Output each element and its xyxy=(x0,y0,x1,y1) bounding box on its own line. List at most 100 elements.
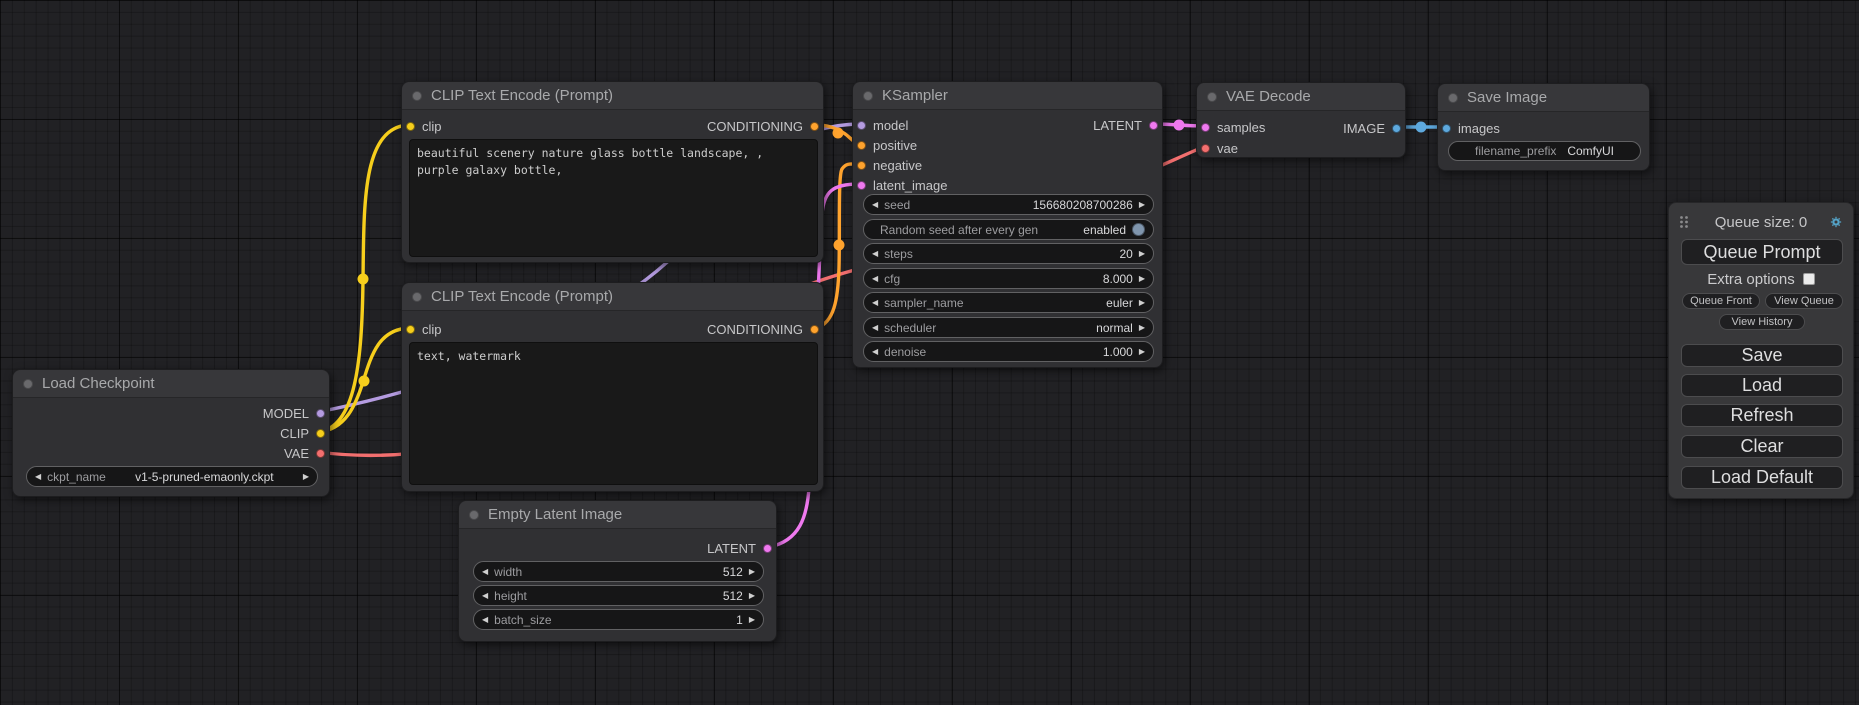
save-button[interactable]: Save xyxy=(1681,344,1843,367)
view-history-button[interactable]: View History xyxy=(1719,314,1805,330)
output-slot-image[interactable]: IMAGE xyxy=(1343,119,1401,137)
output-slot-conditioning[interactable]: CONDITIONING xyxy=(707,117,819,135)
node-header[interactable]: VAE Decode xyxy=(1197,83,1405,111)
queue-prompt-button[interactable]: Queue Prompt xyxy=(1681,239,1843,265)
scheduler-combo[interactable]: ◀ scheduler normal ▶ xyxy=(863,317,1154,338)
increment-icon[interactable]: ▶ xyxy=(749,592,755,600)
link-dot[interactable] xyxy=(833,128,844,139)
drag-handle-icon[interactable] xyxy=(1679,213,1689,231)
input-slot-negative[interactable]: negative xyxy=(857,156,922,174)
slot-dot-vae[interactable] xyxy=(1201,144,1210,153)
decrement-icon[interactable]: ◀ xyxy=(872,275,878,283)
settings-gear-icon[interactable] xyxy=(1828,213,1844,231)
output-slot-latent[interactable]: LATENT xyxy=(707,539,772,557)
seed-widget[interactable]: ◀ seed 156680208700286 ▶ xyxy=(863,194,1154,215)
decrement-icon[interactable]: ◀ xyxy=(872,324,878,332)
slot-dot-latent[interactable] xyxy=(857,181,866,190)
increment-icon[interactable]: ▶ xyxy=(1139,275,1145,283)
collapse-dot-icon[interactable] xyxy=(23,379,33,389)
batch-size-widget[interactable]: ◀ batch_size 1 ▶ xyxy=(473,609,764,630)
decrement-icon[interactable]: ◀ xyxy=(482,592,488,600)
slot-dot-conditioning[interactable] xyxy=(810,325,819,334)
link-dot[interactable] xyxy=(359,376,370,387)
increment-icon[interactable]: ▶ xyxy=(749,568,755,576)
decrement-icon[interactable]: ◀ xyxy=(482,568,488,576)
decrement-icon[interactable]: ◀ xyxy=(482,616,488,624)
slot-dot-model[interactable] xyxy=(316,409,325,418)
ckpt-name-combo[interactable]: ◀ ckpt_name v1-5-pruned-emaonly.ckpt ▶ xyxy=(26,466,318,487)
view-queue-button[interactable]: View Queue xyxy=(1765,293,1843,309)
node-header[interactable]: CLIP Text Encode (Prompt) xyxy=(402,283,823,311)
slot-dot-conditioning[interactable] xyxy=(857,141,866,150)
slot-dot-clip[interactable] xyxy=(406,325,415,334)
collapse-dot-icon[interactable] xyxy=(1448,93,1458,103)
steps-widget[interactable]: ◀ steps 20 ▶ xyxy=(863,243,1154,264)
input-slot-images[interactable]: images xyxy=(1442,119,1500,137)
decrement-icon[interactable]: ◀ xyxy=(872,250,878,258)
link-dot[interactable] xyxy=(834,240,845,251)
node-header[interactable]: CLIP Text Encode (Prompt) xyxy=(402,82,823,110)
increment-icon[interactable]: ▶ xyxy=(749,616,755,624)
width-widget[interactable]: ◀ width 512 ▶ xyxy=(473,561,764,582)
slot-dot-clip[interactable] xyxy=(316,429,325,438)
load-default-button[interactable]: Load Default xyxy=(1681,466,1843,489)
node-header[interactable]: KSampler xyxy=(853,82,1162,110)
input-slot-clip[interactable]: clip xyxy=(406,320,442,338)
node-header[interactable]: Empty Latent Image xyxy=(459,501,776,529)
node-empty-latent-image[interactable]: Empty Latent Image LATENT ◀ width 512 ▶ … xyxy=(458,500,777,642)
decrement-icon[interactable]: ◀ xyxy=(872,348,878,356)
slot-dot-conditioning[interactable] xyxy=(857,161,866,170)
increment-icon[interactable]: ▶ xyxy=(1139,299,1145,307)
collapse-dot-icon[interactable] xyxy=(863,91,873,101)
slot-dot-latent[interactable] xyxy=(763,544,772,553)
increment-icon[interactable]: ▶ xyxy=(303,473,309,481)
slot-dot-clip[interactable] xyxy=(406,122,415,131)
load-button[interactable]: Load xyxy=(1681,374,1843,397)
prompt-textarea[interactable]: beautiful scenery nature glass bottle la… xyxy=(409,139,818,257)
slot-dot-image[interactable] xyxy=(1442,124,1451,133)
node-ksampler[interactable]: KSampler model positive negative latent_… xyxy=(852,81,1163,368)
link-dot[interactable] xyxy=(1174,120,1185,131)
increment-icon[interactable]: ▶ xyxy=(1139,250,1145,258)
queue-front-button[interactable]: Queue Front xyxy=(1682,293,1760,309)
denoise-widget[interactable]: ◀ denoise 1.000 ▶ xyxy=(863,341,1154,362)
increment-icon[interactable]: ▶ xyxy=(1139,324,1145,332)
slot-dot-image[interactable] xyxy=(1392,124,1401,133)
input-slot-latent-image[interactable]: latent_image xyxy=(857,176,947,194)
decrement-icon[interactable]: ◀ xyxy=(872,201,878,209)
link-dot[interactable] xyxy=(358,274,369,285)
output-slot-conditioning[interactable]: CONDITIONING xyxy=(707,320,819,338)
clear-button[interactable]: Clear xyxy=(1681,435,1843,458)
node-header[interactable]: Load Checkpoint xyxy=(13,370,329,398)
cfg-widget[interactable]: ◀ cfg 8.000 ▶ xyxy=(863,268,1154,289)
refresh-button[interactable]: Refresh xyxy=(1681,404,1843,427)
output-slot-latent[interactable]: LATENT xyxy=(1093,116,1158,134)
node-clip-text-encode-positive[interactable]: CLIP Text Encode (Prompt) clip CONDITION… xyxy=(401,81,824,263)
collapse-dot-icon[interactable] xyxy=(1207,92,1217,102)
output-slot-clip[interactable]: CLIP xyxy=(280,424,325,442)
increment-icon[interactable]: ▶ xyxy=(1139,201,1145,209)
decrement-icon[interactable]: ◀ xyxy=(35,473,41,481)
node-load-checkpoint[interactable]: Load Checkpoint MODEL CLIP VAE ◀ ckpt_na… xyxy=(12,369,330,497)
input-slot-vae[interactable]: vae xyxy=(1201,139,1238,157)
extra-options-checkbox[interactable] xyxy=(1803,273,1815,285)
input-slot-clip[interactable]: clip xyxy=(406,117,442,135)
collapse-dot-icon[interactable] xyxy=(412,292,422,302)
slot-dot-latent[interactable] xyxy=(1149,121,1158,130)
node-header[interactable]: Save Image xyxy=(1438,84,1649,112)
collapse-dot-icon[interactable] xyxy=(412,91,422,101)
slot-dot-latent[interactable] xyxy=(1201,123,1210,132)
output-slot-model[interactable]: MODEL xyxy=(263,404,325,422)
toggle-knob-icon[interactable] xyxy=(1132,223,1145,236)
output-slot-vae[interactable]: VAE xyxy=(284,444,325,462)
link-dot[interactable] xyxy=(1416,122,1427,133)
increment-icon[interactable]: ▶ xyxy=(1139,348,1145,356)
input-slot-positive[interactable]: positive xyxy=(857,136,917,154)
slot-dot-vae[interactable] xyxy=(316,449,325,458)
decrement-icon[interactable]: ◀ xyxy=(872,299,878,307)
input-slot-model[interactable]: model xyxy=(857,116,908,134)
node-save-image[interactable]: Save Image images filename_prefix ComfyU… xyxy=(1437,83,1650,171)
height-widget[interactable]: ◀ height 512 ▶ xyxy=(473,585,764,606)
random-seed-toggle[interactable]: Random seed after every gen enabled xyxy=(863,219,1154,240)
slot-dot-model[interactable] xyxy=(857,121,866,130)
